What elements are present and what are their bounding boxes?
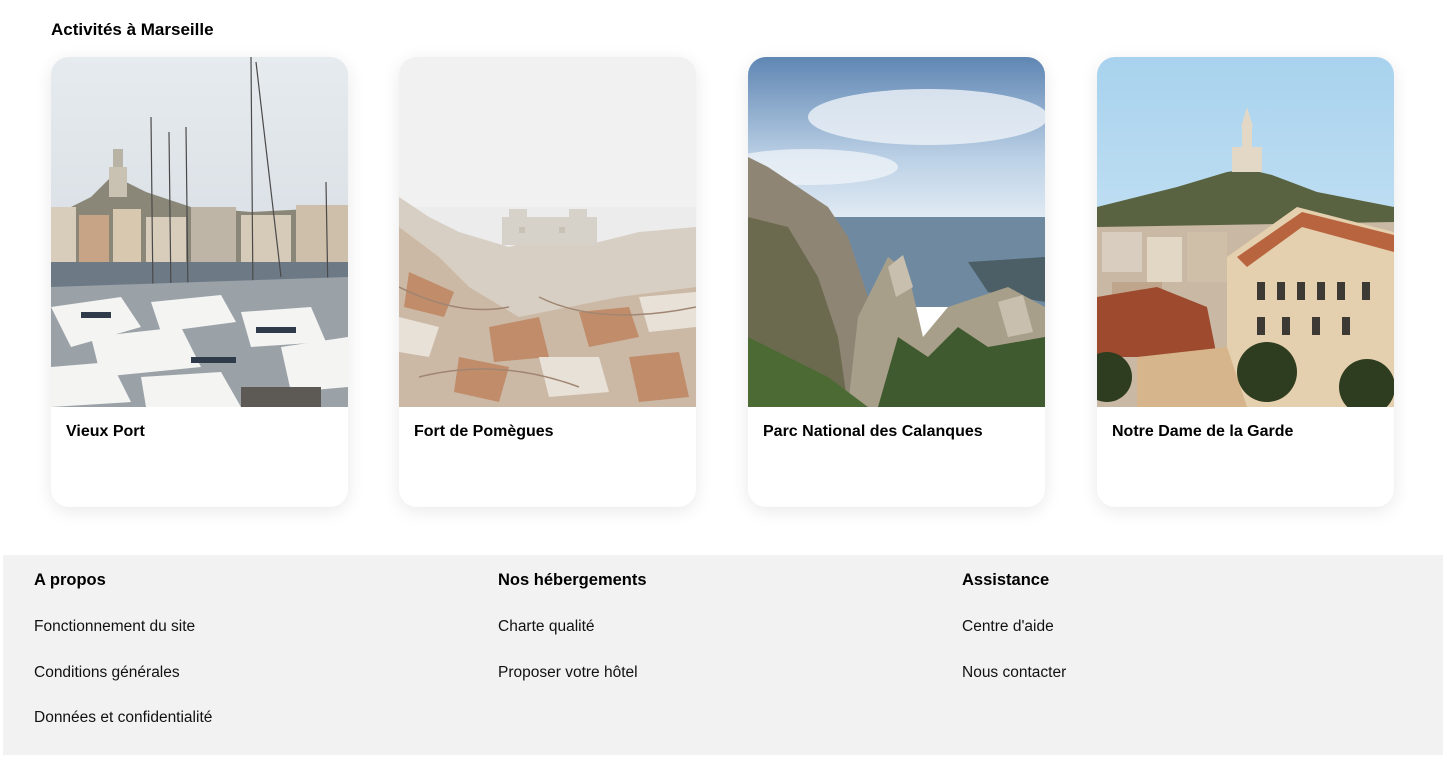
fort-photo [399, 57, 696, 407]
footer-link-charte-qualite[interactable]: Charte qualité [498, 618, 595, 636]
activity-card-title: Vieux Port [66, 423, 145, 440]
activity-card-title: Parc National des Calanques [763, 423, 983, 440]
site-footer: A propos Fonctionnement du site Conditio… [3, 555, 1443, 755]
footer-column-title: A propos [34, 571, 106, 589]
footer-column-title: Nos hébergements [498, 571, 647, 589]
footer-column-title: Assistance [962, 571, 1050, 589]
footer-link-fonctionnement[interactable]: Fonctionnement du site [34, 618, 195, 636]
activity-card-title: Fort de Pomègues [414, 423, 554, 440]
calanques-photo [748, 57, 1045, 407]
activity-card-fort-de-pomegues[interactable]: Fort de Pomègues [399, 57, 696, 507]
footer-link-donnees[interactable]: Données et confidentialité [34, 709, 212, 727]
footer-link-centre-aide[interactable]: Centre d'aide [962, 618, 1054, 636]
footer-link-conditions[interactable]: Conditions générales [34, 664, 180, 682]
footer-link-nous-contacter[interactable]: Nous contacter [962, 664, 1066, 682]
footer-link-proposer-hotel[interactable]: Proposer votre hôtel [498, 664, 638, 682]
basilica-photo [1097, 57, 1394, 407]
activity-card-title: Notre Dame de la Garde [1112, 423, 1294, 440]
activity-card-notre-dame-de-la-garde[interactable]: Notre Dame de la Garde [1097, 57, 1394, 507]
harbor-photo [51, 57, 348, 407]
activity-card-vieux-port[interactable]: Vieux Port [51, 57, 348, 507]
section-title: Activités à Marseille [51, 20, 214, 39]
activity-card-parc-national-des-calanques[interactable]: Parc National des Calanques [748, 57, 1045, 507]
